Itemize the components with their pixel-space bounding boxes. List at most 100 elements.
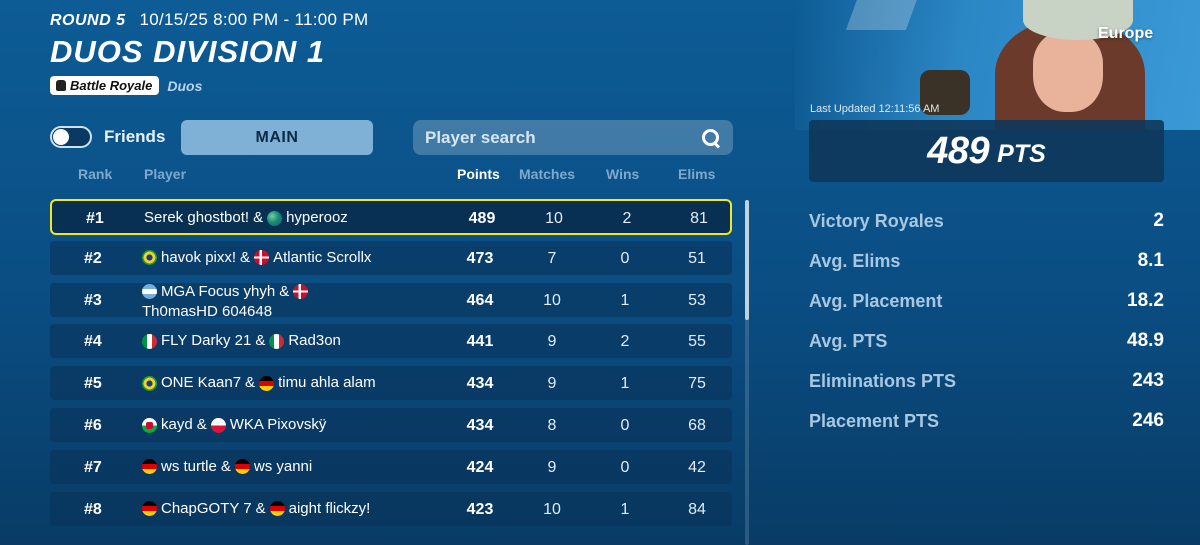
- player-two-name: aight flickzy!: [288, 499, 371, 517]
- total-points-value: 489: [927, 129, 990, 172]
- character-face: [1033, 32, 1103, 112]
- scrollbar-thumb[interactable]: [745, 200, 749, 320]
- bag-icon: [56, 80, 66, 91]
- stat-row: Placement PTS 246: [809, 408, 1164, 434]
- player-two-name: Rad3on: [288, 332, 341, 350]
- stat-row: Avg. Placement 18.2: [809, 288, 1164, 314]
- last-updated: Last Updated 12:11:56 AM: [810, 103, 940, 115]
- stat-value: 246: [1132, 410, 1164, 431]
- row-points: 434: [466, 375, 494, 393]
- row-matches: 9: [547, 458, 557, 476]
- row-elims: 42: [688, 458, 706, 476]
- stat-value: 18.2: [1127, 290, 1164, 311]
- row-rank: #3: [84, 291, 102, 309]
- player-one-name: ws turtle: [161, 457, 217, 475]
- mode-subtitle: Duos: [167, 77, 203, 94]
- player-two-name: Th0masHD 604648: [142, 302, 273, 320]
- row-elims: 75: [688, 375, 706, 393]
- row-wins: 2: [622, 210, 632, 227]
- row-players: havok pixx! & Atlantic Scrollx: [142, 248, 422, 266]
- stat-row: Avg. Elims 8.1: [809, 248, 1164, 274]
- player-two-name: Atlantic Scrollx: [273, 248, 372, 266]
- country-flag-icon: [254, 250, 270, 266]
- country-flag-icon: [142, 333, 157, 349]
- country-flag-icon: [142, 284, 157, 300]
- header-elims[interactable]: Elims: [678, 166, 715, 182]
- country-flag-icon: [142, 417, 157, 433]
- player-one-name: FLY Darky 21: [161, 332, 252, 350]
- leaderboard-row[interactable]: #2 havok pixx! & Atlantic Scrollx 473 7 …: [50, 240, 732, 275]
- row-wins: 0: [620, 458, 630, 476]
- page-title: DUOS DIVISION 1: [50, 34, 326, 69]
- stat-label: Placement PTS: [809, 410, 940, 431]
- player-separator: &: [255, 499, 266, 517]
- row-wins: 1: [620, 375, 630, 393]
- friends-label: Friends: [104, 127, 166, 146]
- row-players: kayd & WKA Pixovskÿ: [142, 417, 422, 433]
- row-elims: 81: [690, 210, 708, 227]
- toggle-knob: [53, 129, 69, 145]
- player-separator: &: [240, 248, 251, 266]
- stat-row: Eliminations PTS 243: [809, 368, 1164, 394]
- row-wins: 2: [620, 333, 630, 351]
- row-points: 473: [466, 249, 494, 267]
- leaderboard-row[interactable]: #3 MGA Focus yhyh & Th0masHD 604648 464 …: [50, 282, 732, 320]
- friends-toggle[interactable]: [50, 126, 92, 148]
- row-players: ONE Kaan7 & timu ahla alam: [142, 375, 422, 391]
- stat-label: Eliminations PTS: [809, 370, 957, 391]
- leaderboard-row[interactable]: #8 ChapGOTY 7 & aight flickzy! 423 10 1 …: [50, 491, 732, 526]
- row-rank: #4: [84, 333, 102, 351]
- header-wins[interactable]: Wins: [606, 166, 639, 182]
- leaderboard-row[interactable]: #4 FLY Darky 21 & Rad3on 441 9 2 55: [50, 324, 732, 359]
- friends-filter[interactable]: Friends: [50, 126, 165, 148]
- row-elims: 53: [688, 291, 706, 309]
- stat-label: Victory Royales: [809, 210, 944, 231]
- stat-row: Victory Royales 2: [809, 208, 1164, 234]
- stat-label: Avg. Elims: [809, 250, 901, 271]
- row-matches: 7: [547, 249, 557, 267]
- leaderboard-row[interactable]: #7 ws turtle & ws yanni 424 9 0 42: [50, 449, 732, 484]
- country-flag-icon: [269, 501, 285, 517]
- header-rank[interactable]: Rank: [78, 166, 112, 182]
- player-separator: &: [220, 457, 231, 475]
- player-one-name: havok pixx!: [161, 248, 237, 266]
- search-icon[interactable]: [701, 128, 721, 148]
- leaderboard-scrollbar[interactable]: [745, 200, 749, 545]
- player-search[interactable]: [413, 120, 733, 155]
- player-separator: &: [245, 374, 256, 392]
- country-flag-icon: [234, 459, 250, 475]
- country-flag-icon: [142, 459, 157, 475]
- row-wins: 1: [620, 500, 630, 518]
- country-flag-icon: [142, 501, 157, 517]
- round-line: ROUND 5 10/15/25 8:00 PM - 11:00 PM: [50, 10, 368, 30]
- leaderboard-row[interactable]: #5 ONE Kaan7 & timu ahla alam 434 9 1 75: [50, 366, 732, 401]
- player-one-name: ChapGOTY 7: [161, 499, 252, 517]
- player-two-name: ws yanni: [253, 457, 313, 475]
- header-matches[interactable]: Matches: [519, 166, 575, 182]
- player-one-name: MGA Focus yhyh: [161, 282, 276, 300]
- stat-value: 48.9: [1127, 330, 1164, 351]
- stat-value: 8.1: [1137, 250, 1164, 271]
- country-flag-icon: [142, 375, 157, 391]
- player-separator: &: [279, 282, 290, 300]
- row-points: 424: [466, 458, 494, 476]
- row-players: FLY Darky 21 & Rad3on: [142, 333, 422, 349]
- row-rank: #8: [84, 500, 102, 518]
- stat-label: Avg. PTS: [809, 330, 888, 351]
- player-one-name: ONE Kaan7: [161, 374, 242, 392]
- row-elims: 51: [688, 249, 706, 267]
- table-header: Rank Player Points Matches Wins Elims: [50, 164, 734, 184]
- tab-main[interactable]: MAIN: [181, 120, 373, 155]
- row-matches: 8: [547, 417, 557, 434]
- row-matches: 10: [543, 500, 561, 518]
- leaderboard-row[interactable]: #6 kayd & WKA Pixovskÿ 434 8 0 68: [50, 408, 732, 442]
- leaderboard-row[interactable]: #1 Serek ghostbot! & hyperooz 489 10 2 8…: [50, 199, 732, 235]
- player-two-name: hyperooz: [286, 209, 348, 226]
- row-rank: #7: [84, 458, 102, 476]
- header-points[interactable]: Points: [457, 166, 500, 182]
- search-input[interactable]: [425, 127, 701, 148]
- row-wins: 0: [620, 417, 630, 434]
- player-two-name: timu ahla alam: [278, 374, 376, 392]
- row-rank: #1: [86, 210, 104, 227]
- header-player[interactable]: Player: [144, 166, 186, 182]
